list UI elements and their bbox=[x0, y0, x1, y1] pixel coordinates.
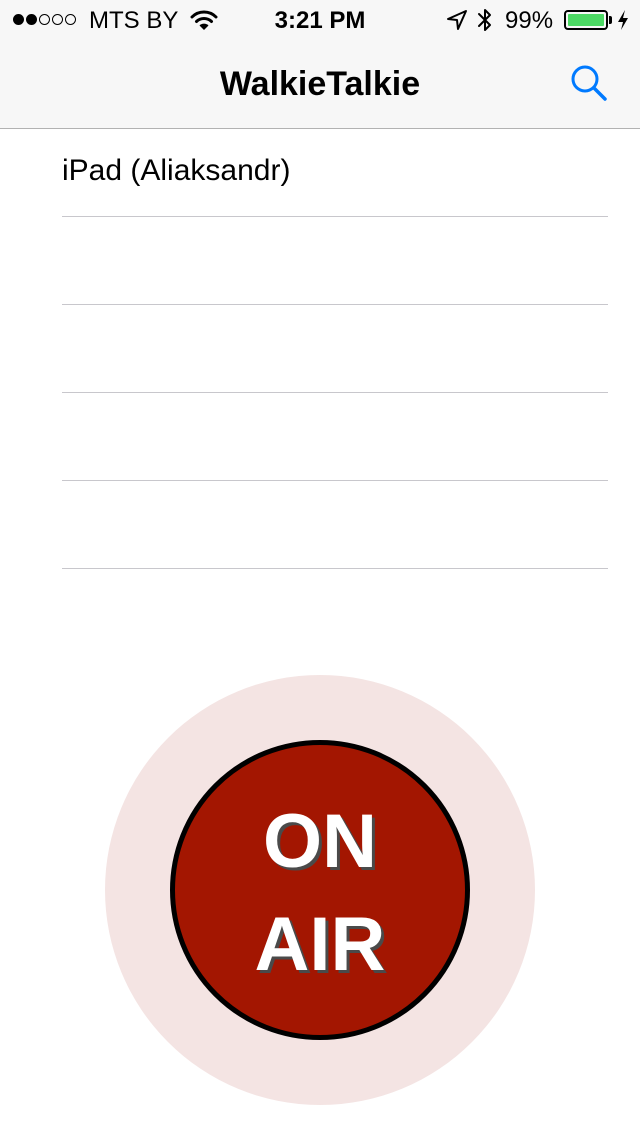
location-arrow-icon bbox=[447, 10, 467, 30]
device-list: iPad (Aliaksandr) bbox=[0, 129, 640, 569]
list-item[interactable] bbox=[62, 481, 608, 569]
charging-bolt-icon bbox=[618, 10, 628, 30]
search-icon bbox=[571, 65, 607, 101]
list-item[interactable] bbox=[62, 217, 608, 305]
app-screen: MTS BY 3:21 PM 99% WalkieTalkie iPad (Al… bbox=[0, 0, 640, 1136]
status-bar: MTS BY 3:21 PM 99% bbox=[0, 0, 640, 40]
battery-level-fill bbox=[568, 14, 604, 26]
list-item[interactable] bbox=[62, 305, 608, 393]
bluetooth-icon bbox=[478, 9, 491, 31]
battery-terminal bbox=[609, 16, 612, 24]
battery-icon bbox=[564, 10, 608, 30]
on-air-label-line1: ON bbox=[263, 799, 377, 884]
device-name: iPad (Aliaksandr) bbox=[62, 154, 291, 187]
battery-percent: 99% bbox=[505, 7, 554, 34]
page-title: WalkieTalkie bbox=[219, 65, 421, 103]
list-item[interactable] bbox=[62, 393, 608, 481]
on-air-button[interactable]: ON AIR bbox=[170, 740, 470, 1040]
on-air-label-line2: AIR bbox=[254, 902, 386, 987]
list-item[interactable]: iPad (Aliaksandr) bbox=[62, 129, 608, 217]
navigation-bar: WalkieTalkie bbox=[0, 40, 640, 129]
search-button[interactable] bbox=[566, 60, 612, 106]
